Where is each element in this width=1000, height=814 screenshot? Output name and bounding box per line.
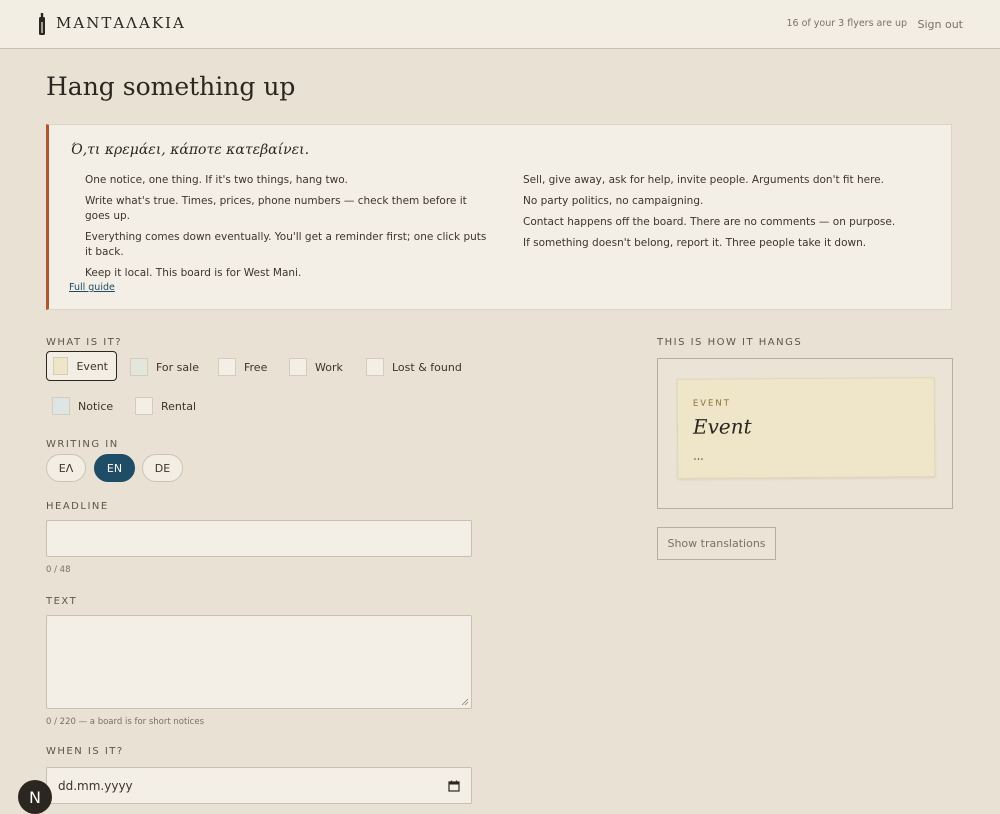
text-textarea[interactable] bbox=[46, 615, 472, 709]
category-swatch bbox=[52, 397, 70, 415]
category-chip-label: Rental bbox=[161, 399, 196, 413]
preview-label: THIS IS HOW IT HANGS bbox=[657, 337, 803, 348]
guide-quote: Ό,τι κρεμάει, κάποτε κατεβαίνει. bbox=[71, 142, 310, 158]
avatar[interactable]: N bbox=[18, 780, 52, 814]
date-placeholder: dd.mm.yyyy bbox=[58, 778, 133, 793]
preview-flyer: EVENT Event ... bbox=[676, 377, 936, 479]
category-chip-notice[interactable]: Notice bbox=[46, 391, 121, 421]
flyer-body: ... bbox=[693, 449, 704, 463]
category-chip-label: Lost & found bbox=[392, 360, 462, 374]
category-swatch bbox=[366, 358, 384, 376]
category-chip-rental[interactable]: Rental bbox=[129, 391, 204, 421]
language-button-en[interactable]: EN bbox=[94, 454, 135, 482]
category-chip-event[interactable]: Event bbox=[46, 351, 117, 381]
full-guide-link[interactable]: Full guide bbox=[69, 282, 115, 293]
headline-label: HEADLINE bbox=[46, 501, 109, 512]
language-button-de[interactable]: DE bbox=[142, 454, 183, 482]
category-chip-label: Notice bbox=[78, 399, 114, 413]
text-label: TEXT bbox=[46, 596, 78, 607]
rules-left-column: One notice, one thing. If it's two thing… bbox=[85, 173, 495, 287]
rule-text: Write what's true. Times, prices, phone … bbox=[85, 195, 467, 222]
rule-text: Everything comes down eventually. You'll… bbox=[85, 231, 487, 258]
calendar-icon[interactable] bbox=[448, 780, 460, 792]
flyer-category: EVENT bbox=[692, 398, 731, 409]
preview-board: EVENT Event ... bbox=[657, 358, 953, 509]
rule-text: Sell, give away, ask for help, invite pe… bbox=[523, 174, 884, 186]
show-translations-button[interactable]: Show translations bbox=[657, 527, 776, 560]
brand-name[interactable]: ΜΑΝΤΑΛΑΚΙΑ bbox=[56, 14, 186, 32]
category-chip-label: Work bbox=[315, 360, 343, 374]
rules-right-column: Sell, give away, ask for help, invite pe… bbox=[523, 173, 923, 257]
rule-text: Contact happens off the board. There are… bbox=[523, 216, 896, 228]
guidelines-panel: Ό,τι κρεμάει, κάποτε κατεβαίνει. One not… bbox=[46, 124, 952, 310]
category-chip-label: Free bbox=[244, 360, 268, 374]
flyer-count: 16 of your 3 flyers are up bbox=[786, 18, 908, 29]
category-swatch bbox=[135, 397, 153, 415]
rule-text: No party politics, no campaigning. bbox=[523, 195, 704, 207]
when-label: WHEN IS IT? bbox=[46, 746, 124, 757]
category-swatch bbox=[289, 358, 307, 376]
category-chip-work[interactable]: Work bbox=[283, 352, 351, 382]
category-label: WHAT IS IT? bbox=[46, 337, 123, 348]
date-input[interactable]: dd.mm.yyyy bbox=[46, 767, 472, 804]
category-swatch bbox=[130, 358, 148, 376]
rule-text: One notice, one thing. If it's two thing… bbox=[85, 174, 348, 186]
category-chip-for-sale[interactable]: For sale bbox=[124, 352, 207, 382]
headline-counter: 0 / 48 bbox=[46, 565, 71, 575]
category-chip-lost-found[interactable]: Lost & found bbox=[360, 352, 470, 382]
top-bar: ΜΑΝΤΑΛΑΚΙΑ 16 of your 3 flyers are up Si… bbox=[0, 0, 1000, 49]
rule-text: If something doesn't belong, report it. … bbox=[523, 237, 867, 249]
text-counter: 0 / 220 — a board is for short notices bbox=[46, 717, 205, 727]
language-button-el[interactable]: ΕΛ bbox=[46, 454, 86, 482]
flyer-title: Event bbox=[692, 414, 752, 439]
category-chip-free[interactable]: Free bbox=[212, 352, 275, 382]
category-swatch bbox=[218, 358, 236, 376]
clothespin-icon bbox=[39, 13, 45, 35]
category-chip-label: For sale bbox=[156, 360, 199, 374]
language-label: WRITING IN bbox=[46, 439, 119, 450]
category-swatch bbox=[53, 357, 69, 375]
rule-text: Keep it local. This board is for West Ma… bbox=[85, 267, 302, 279]
headline-input[interactable] bbox=[46, 520, 472, 557]
category-chip-label: Event bbox=[76, 359, 108, 373]
sign-out-link[interactable]: Sign out bbox=[917, 18, 963, 31]
resize-handle-icon[interactable] bbox=[461, 698, 469, 706]
page-title: Hang something up bbox=[46, 72, 296, 101]
